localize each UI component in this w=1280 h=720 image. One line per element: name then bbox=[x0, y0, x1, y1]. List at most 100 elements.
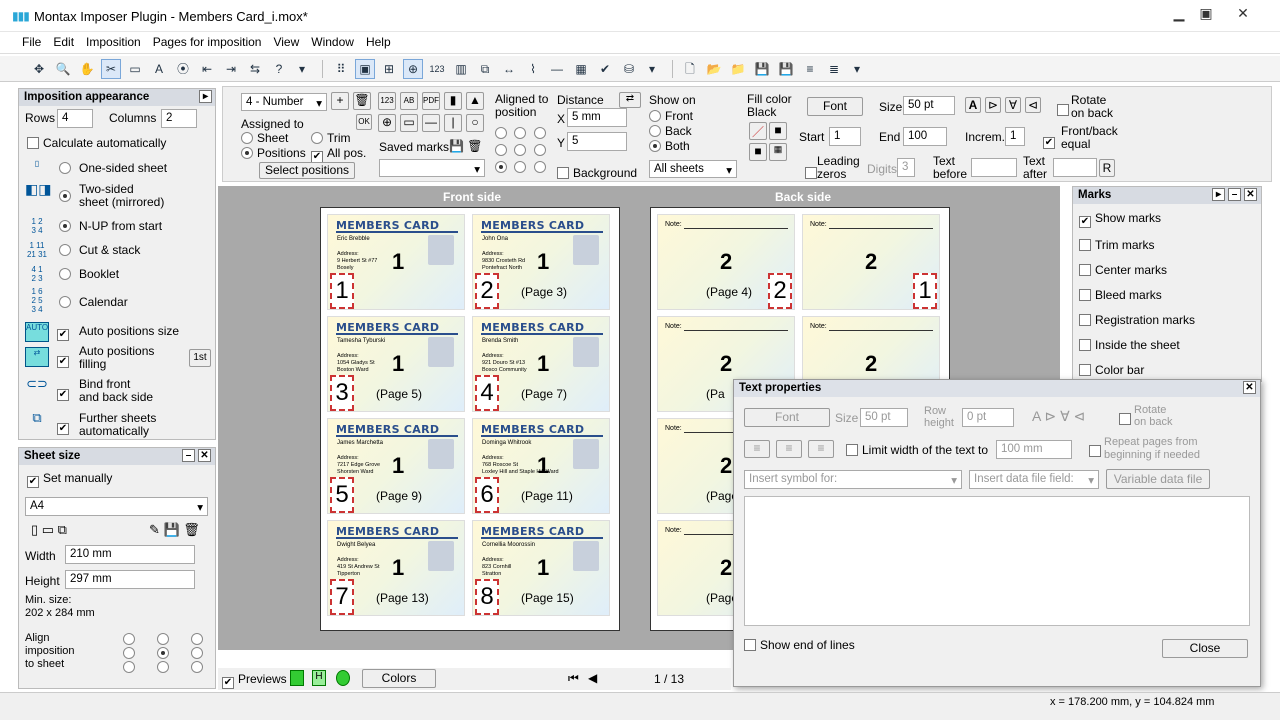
front-card[interactable]: MEMBERS CARD John Ona Address: 9830 Croxte… bbox=[472, 214, 610, 310]
palette-icon[interactable]: ▦ bbox=[769, 143, 787, 161]
menu-imposition[interactable]: Imposition bbox=[80, 32, 147, 52]
all-sheets-select[interactable]: All sheets ▾ bbox=[649, 160, 737, 178]
text-rotate2-icon[interactable]: ⊲ bbox=[1025, 97, 1041, 113]
numbering-icon[interactable]: ⧉ bbox=[475, 59, 495, 79]
minimize-button[interactable]: ▁ bbox=[1166, 4, 1192, 22]
pdf-icon[interactable]: PDF bbox=[422, 92, 440, 110]
crosshair-icon[interactable]: ⊕ bbox=[403, 59, 423, 79]
marks-close-icon[interactable]: ✕ bbox=[1244, 188, 1257, 201]
black-color-icon[interactable]: ■ bbox=[749, 143, 767, 161]
tp-row-input[interactable]: 0 pt bbox=[962, 408, 1014, 427]
maximize-button[interactable]: ▣ bbox=[1193, 4, 1219, 22]
check-icon[interactable]: ✔ bbox=[595, 59, 615, 79]
rows-input[interactable]: 4 bbox=[57, 109, 93, 128]
front-card[interactable]: MEMBERS CARD James Marchetta Address: 7217… bbox=[327, 418, 465, 514]
menu-help[interactable]: Help bbox=[360, 32, 397, 52]
calendar-radio[interactable] bbox=[59, 295, 75, 309]
orientation-icons[interactable]: ▯ ▭ ⧉ bbox=[31, 522, 67, 538]
back-card[interactable]: Note: 2 (Page 4) 2 bbox=[657, 214, 795, 310]
center-marks-checkbox[interactable]: Center marks bbox=[1079, 263, 1167, 277]
y-input[interactable]: 5 bbox=[567, 132, 627, 151]
menu-view[interactable]: View bbox=[267, 32, 305, 52]
front-sheet[interactable]: MEMBERS CARD Eric Brebble Address: 9 Herbe… bbox=[320, 207, 620, 631]
bleed-icon[interactable]: ⌇ bbox=[523, 59, 543, 79]
text-editor[interactable] bbox=[744, 496, 1250, 626]
start-input[interactable]: 1 bbox=[829, 127, 861, 146]
both-radio[interactable]: Both bbox=[649, 139, 690, 153]
background-checkbox[interactable]: Background bbox=[557, 166, 637, 180]
hand-icon[interactable]: ✋ bbox=[77, 59, 97, 79]
end-input[interactable]: 100 bbox=[903, 127, 947, 146]
colors-button[interactable]: Colors bbox=[362, 669, 436, 688]
front-back-checkbox[interactable]: ✔ bbox=[1043, 132, 1059, 149]
select-positions-button[interactable]: Select positions bbox=[259, 162, 355, 179]
numbers-icon[interactable]: 123 bbox=[427, 59, 447, 79]
text-flip-icon[interactable]: ∀ bbox=[1005, 97, 1021, 113]
menu-pages[interactable]: Pages for imposition bbox=[147, 32, 268, 52]
columns-input[interactable]: 2 bbox=[161, 109, 197, 128]
save-icon[interactable]: 💾 bbox=[752, 59, 772, 79]
set-manually-checkbox[interactable]: ✔ Set manually bbox=[27, 471, 112, 488]
front-card[interactable]: MEMBERS CARD Dominga Whitrook Address: 768… bbox=[472, 418, 610, 514]
pin-panel-icon[interactable]: ▸ bbox=[199, 90, 212, 103]
frame-icon[interactable]: ▣ bbox=[355, 59, 375, 79]
two-sided-radio[interactable] bbox=[59, 189, 75, 203]
dropdown2-icon[interactable]: ▾ bbox=[645, 59, 659, 79]
previews-checkbox[interactable]: ✔ Previews bbox=[222, 672, 287, 689]
show-marks-checkbox[interactable]: ✔ Show marks bbox=[1079, 211, 1161, 228]
save-as-icon[interactable]: 💾 bbox=[776, 59, 796, 79]
front-card[interactable]: MEMBERS CARD Eric Brebble Address: 9 Herbe… bbox=[327, 214, 465, 310]
text-before-input[interactable] bbox=[971, 158, 1017, 177]
menu-window[interactable]: Window bbox=[305, 32, 360, 52]
format-select[interactable]: A4 ▾ bbox=[25, 497, 208, 516]
font-button[interactable]: Font bbox=[807, 97, 863, 116]
booklet-radio[interactable] bbox=[59, 267, 75, 281]
align-radio-grid[interactable] bbox=[123, 632, 207, 674]
rect-icon[interactable]: ▭ bbox=[400, 114, 418, 132]
nup-radio[interactable] bbox=[59, 219, 75, 233]
table-icon[interactable]: ⊞ bbox=[379, 59, 399, 79]
grid-icon[interactable]: ⠿ bbox=[331, 59, 351, 79]
align-center-icon[interactable]: ≡ bbox=[776, 440, 802, 458]
align2-icon[interactable]: ≣ bbox=[824, 59, 844, 79]
insert-symbol-select[interactable]: Insert symbol for: ▾ bbox=[744, 470, 962, 489]
first-page-icon[interactable]: ⏮ bbox=[568, 671, 579, 686]
one-sided-radio[interactable] bbox=[59, 161, 75, 175]
increm-input[interactable]: 1 bbox=[1005, 127, 1025, 146]
text-a-icon[interactable]: A bbox=[965, 97, 981, 113]
hline-icon[interactable]: — bbox=[422, 114, 440, 132]
color-bar-icon[interactable]: ▦ bbox=[571, 59, 591, 79]
preview-color-icon[interactable] bbox=[290, 670, 304, 686]
x-input[interactable]: 5 mm bbox=[567, 108, 627, 127]
add-icon[interactable]: + bbox=[331, 92, 349, 110]
text-after-input[interactable] bbox=[1053, 158, 1097, 177]
front-radio[interactable]: Front bbox=[649, 109, 693, 123]
marks-minimize-icon[interactable]: – bbox=[1228, 188, 1241, 201]
size-input[interactable]: 50 pt bbox=[903, 96, 955, 115]
target-icon[interactable]: ⊕ bbox=[378, 114, 396, 132]
show-end-checkbox[interactable]: Show end of lines bbox=[744, 638, 855, 652]
help-icon[interactable]: ? bbox=[269, 59, 289, 79]
color-bar-checkbox[interactable]: Color bar bbox=[1079, 363, 1144, 377]
insert-field-select[interactable]: Insert data file field: ▾ bbox=[969, 470, 1099, 489]
positions-radio[interactable]: Positions bbox=[241, 146, 306, 160]
front-card[interactable]: MEMBERS CARD Cornellia Moorossin Address: … bbox=[472, 520, 610, 616]
edit-save-delete-icons[interactable]: ✎ 💾 🗑 bbox=[149, 522, 200, 538]
width-input[interactable]: 210 mm bbox=[65, 545, 195, 564]
arrow-right-icon[interactable]: ⇥ bbox=[221, 59, 241, 79]
ruler-icon[interactable]: ▭ bbox=[125, 59, 145, 79]
move-icon[interactable]: ✥ bbox=[29, 59, 49, 79]
preview-h-icon[interactable]: H bbox=[312, 670, 326, 686]
arrow-left-icon[interactable]: ⇤ bbox=[197, 59, 217, 79]
n123-icon[interactable]: 123 bbox=[378, 92, 396, 110]
delete-icon[interactable]: 🗑 bbox=[353, 92, 371, 110]
dropdown-icon[interactable]: ▾ bbox=[295, 59, 309, 79]
menu-file[interactable]: File bbox=[16, 32, 47, 52]
distance-icon[interactable]: ⇄ bbox=[619, 92, 641, 108]
text-rotate-icon[interactable]: ⊳ bbox=[985, 97, 1001, 113]
digits-input[interactable]: 3 bbox=[897, 158, 915, 177]
preview-dot-icon[interactable] bbox=[336, 670, 350, 686]
barcode-icon[interactable]: ▥ bbox=[451, 59, 471, 79]
no-color-icon[interactable]: ／ bbox=[749, 122, 767, 140]
auto-size-checkbox[interactable]: ✔ bbox=[57, 324, 73, 341]
